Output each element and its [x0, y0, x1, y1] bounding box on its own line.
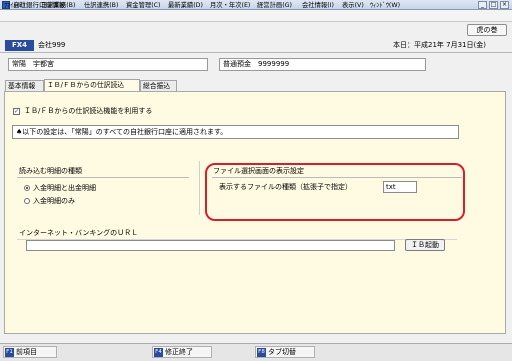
notice-box: ♠以下の設定は、「常陽」のすべての自社銀行口座に適用されます。: [12, 125, 459, 139]
detail-type-heading: 読み込む明細の種類: [19, 167, 82, 175]
section-divider: [199, 161, 200, 215]
menu-funds[interactable]: 資金管理(C): [126, 2, 161, 10]
menu-plan[interactable]: 経営計画(G): [257, 2, 292, 10]
tab-switch-label: タブ切替: [268, 348, 296, 356]
finish-edit-button[interactable]: F4 修正終了: [152, 346, 212, 358]
radio-in-only-label: 入金明細のみ: [33, 197, 75, 205]
prev-item-label: 前項目: [16, 348, 37, 356]
detail-heading-underline: [17, 177, 189, 178]
help-button[interactable]: 虎の巻: [467, 24, 507, 36]
radio-in-only[interactable]: [24, 198, 30, 204]
ib-launch-button[interactable]: ＩＢ起動: [405, 239, 445, 251]
tab-switch-button[interactable]: F8 タブ切替: [255, 346, 315, 358]
tab-basic-info[interactable]: 基本情報: [5, 80, 44, 91]
prev-item-button[interactable]: F1 前項目: [3, 346, 57, 358]
url-heading: インターネット・バンキングのＵＲＬ: [19, 229, 139, 237]
ib-url-input[interactable]: [26, 240, 395, 251]
maximize-icon[interactable]: □: [489, 1, 498, 9]
highlight-outline: [205, 163, 465, 221]
f1-key-icon: F1: [5, 348, 14, 357]
close-icon[interactable]: ×: [500, 1, 509, 9]
use-ib-checkbox[interactable]: ✓: [13, 108, 20, 115]
use-ib-label: ＩＢ/ＦＢからの仕訳読込機能を利用する: [24, 107, 153, 115]
minimize-icon[interactable]: _: [478, 1, 487, 9]
today-date: 本日：平成21年 7月31日(金): [393, 41, 486, 49]
menu-results[interactable]: 最新業績(D): [168, 2, 203, 10]
menu-bar: [0, 10, 512, 22]
function-code-badge: FX4: [5, 40, 34, 51]
finish-edit-label: 修正終了: [165, 348, 193, 356]
bank-name-field: 常陽 宇都宮: [8, 58, 208, 71]
menu-window[interactable]: ｳｨﾝﾄﾞｳ(W): [370, 2, 400, 10]
tab-bulk-transfer[interactable]: 総合振込: [140, 80, 177, 91]
company-name: 会社999: [38, 41, 66, 49]
menu-journal[interactable]: 仕訳連携(B): [84, 2, 118, 10]
menu-file[interactable]: ﾌｧｲﾙ(E): [4, 2, 26, 10]
radio-in-out-label: 入金明細と出金明細: [33, 184, 96, 192]
account-number-field: 普通預金 9999999: [219, 58, 426, 71]
tab-ib-fb-import[interactable]: ＩＢ/ＦＢからの仕訳読込: [44, 79, 140, 91]
radio-in-out[interactable]: [24, 185, 30, 191]
menu-view[interactable]: 表示(V): [342, 2, 364, 10]
header-divider: [0, 52, 512, 53]
title-bar: [0, 0, 512, 10]
menu-company[interactable]: 会社情報(I): [302, 2, 334, 10]
menu-daily[interactable]: 日常業務(B): [41, 2, 75, 10]
f8-key-icon: F8: [257, 348, 266, 357]
f4-key-icon: F4: [154, 348, 163, 357]
menu-monthly[interactable]: 月次・年次(E): [210, 2, 250, 10]
